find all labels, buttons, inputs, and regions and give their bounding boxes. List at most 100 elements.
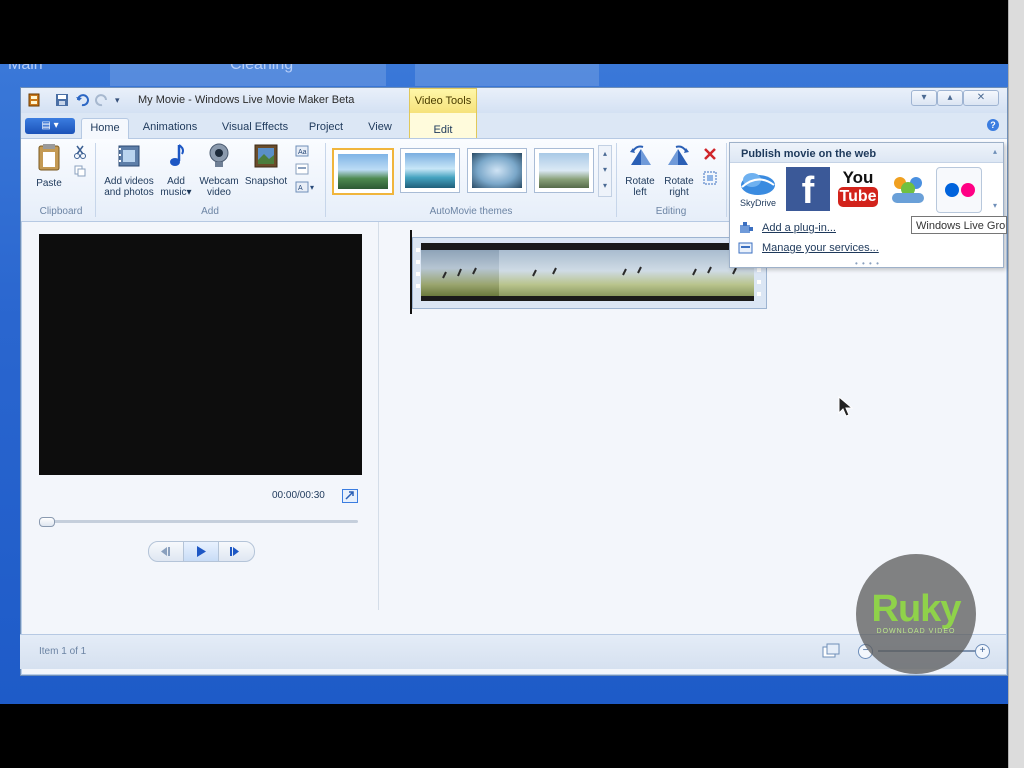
fullscreen-icon[interactable] [342, 489, 358, 503]
gallery-scroll-icon[interactable]: ▴ ▾ ▾ [598, 145, 612, 197]
desktop-text: Cleaning [230, 64, 294, 73]
webcam-label: Webcam [199, 176, 239, 187]
paste-icon [31, 143, 67, 174]
pane-splitter[interactable] [378, 222, 379, 610]
flyout-scroll-down-icon[interactable]: ▾ [993, 201, 997, 210]
editing-group-label: Editing [655, 206, 687, 217]
birds-icon [442, 266, 737, 279]
window-title: My Movie - Windows Live Movie Maker Beta [138, 94, 355, 106]
snapshot-button[interactable]: Snapshot [241, 143, 291, 187]
playhead[interactable] [410, 230, 412, 314]
tab-animations[interactable]: Animations [135, 118, 205, 138]
tab-edit[interactable]: Edit [409, 113, 477, 138]
thumbnail-size-icon[interactable] [822, 643, 840, 662]
skydrive-button[interactable]: SkyDrive [736, 167, 780, 211]
seek-thumb[interactable] [39, 517, 55, 527]
automovie-themes-group-label: AutoMovie themes [429, 206, 513, 217]
title-icon[interactable] [295, 163, 309, 178]
theme-thumbnail[interactable] [467, 148, 527, 193]
caption-icon[interactable]: Aa [295, 145, 309, 160]
webcam-video-button[interactable]: Webcam video [197, 143, 241, 198]
playback-time: 00:00/00:30 [272, 490, 325, 501]
youtube-label-2: Tube [838, 187, 878, 207]
svg-text:A: A [298, 185, 303, 192]
add-group-label: Add [201, 206, 219, 217]
cut-icon[interactable] [74, 145, 86, 162]
desktop-text: Main [8, 64, 43, 73]
watermark-logo: Ruky DOWNLOAD VIDEO [856, 554, 976, 674]
theme-thumbnail[interactable] [332, 148, 394, 195]
rotate-left-button[interactable]: Rotate left [621, 143, 659, 198]
next-frame-icon [230, 547, 239, 556]
tab-project[interactable]: Project [303, 118, 349, 138]
rotate-right-icon [659, 143, 699, 172]
sprocket-hole [416, 272, 420, 276]
flyout-resize-grip[interactable]: • • • • [855, 259, 880, 268]
select-all-icon[interactable] [703, 171, 717, 188]
save-icon[interactable] [55, 93, 69, 107]
next-frame-button[interactable] [218, 541, 255, 562]
flyout-scroll-up-icon[interactable]: ▴ [993, 147, 997, 156]
snapshot-icon [241, 143, 291, 172]
sprocket-hole [757, 268, 761, 272]
tab-view[interactable]: View [359, 118, 401, 138]
page-scrollbar[interactable] [1008, 0, 1024, 768]
minimize-button[interactable]: ▾ [911, 90, 937, 106]
add-music-button[interactable]: Add music▾ [159, 143, 193, 198]
video-tools-context: Video Tools [409, 88, 477, 114]
seek-bar[interactable] [40, 520, 358, 523]
skydrive-label: SkyDrive [739, 198, 776, 208]
watermark-subtitle: DOWNLOAD VIDEO [876, 628, 956, 635]
play-button[interactable] [183, 541, 219, 562]
storyboard-clip[interactable] [412, 237, 767, 309]
theme-thumbnail[interactable] [534, 148, 594, 193]
rotate-right-button[interactable]: Rotate right [659, 143, 699, 198]
add-videos-photos-button[interactable]: Add videos and photos [99, 143, 159, 198]
tab-visual-effects[interactable]: Visual Effects [215, 118, 295, 138]
theme-thumbnail[interactable] [400, 148, 460, 193]
remove-icon[interactable] [703, 147, 717, 164]
manage-services-item[interactable]: Manage your services... [734, 239, 998, 257]
maximize-button[interactable]: ▴ [937, 90, 963, 106]
zoom-in-icon[interactable]: + [975, 644, 990, 659]
add-music-label-2: music [160, 187, 187, 198]
mouse-cursor-icon [838, 396, 854, 417]
tab-home[interactable]: Home [81, 118, 129, 139]
svg-text:▾: ▾ [310, 183, 314, 192]
application-menu-button[interactable]: ▤ ▾ [25, 118, 75, 134]
windows-live-groups-button[interactable] [886, 167, 930, 211]
flickr-button[interactable] [936, 167, 982, 213]
youtube-button[interactable]: You Tube [836, 167, 880, 211]
clipboard-group-label: Clipboard [39, 206, 83, 217]
manage-services-label: Manage your services... [762, 242, 879, 254]
desktop-band [415, 64, 599, 86]
previous-frame-button[interactable] [148, 541, 184, 562]
groups-icon [892, 177, 924, 203]
copy-icon[interactable] [74, 165, 86, 180]
play-icon [197, 546, 206, 557]
facebook-button[interactable]: f [786, 167, 830, 212]
plugin-icon [740, 222, 753, 233]
music-note-icon [159, 143, 193, 172]
app-icon [27, 93, 41, 107]
sprocket-hole [757, 292, 761, 296]
status-bar: Item 1 of 1 − + [20, 634, 1006, 669]
youtube-label-1: You [842, 168, 874, 187]
redo-icon[interactable] [95, 93, 109, 107]
flyout-header: Publish movie on the web [730, 143, 1003, 163]
undo-icon[interactable] [75, 93, 89, 107]
credits-icon[interactable]: A ▾ [295, 181, 317, 196]
ribbon-tabs: ▤ ▾ Home Animations Visual Effects Proje… [21, 113, 1007, 139]
group-divider [726, 143, 727, 217]
previous-frame-icon [161, 547, 170, 556]
service-tooltip: Windows Live Groups [911, 216, 1007, 234]
video-preview[interactable] [39, 234, 362, 475]
close-button[interactable]: ✕ [963, 90, 999, 106]
help-icon[interactable]: ? [987, 119, 999, 131]
flickr-icon [945, 183, 975, 197]
rotate-left-icon [621, 143, 659, 172]
customize-qat-icon[interactable]: ▾ [115, 93, 129, 107]
paste-button[interactable]: Paste [31, 143, 67, 189]
group-divider [325, 143, 326, 217]
dropdown-arrow-icon: ▾ [186, 187, 192, 198]
